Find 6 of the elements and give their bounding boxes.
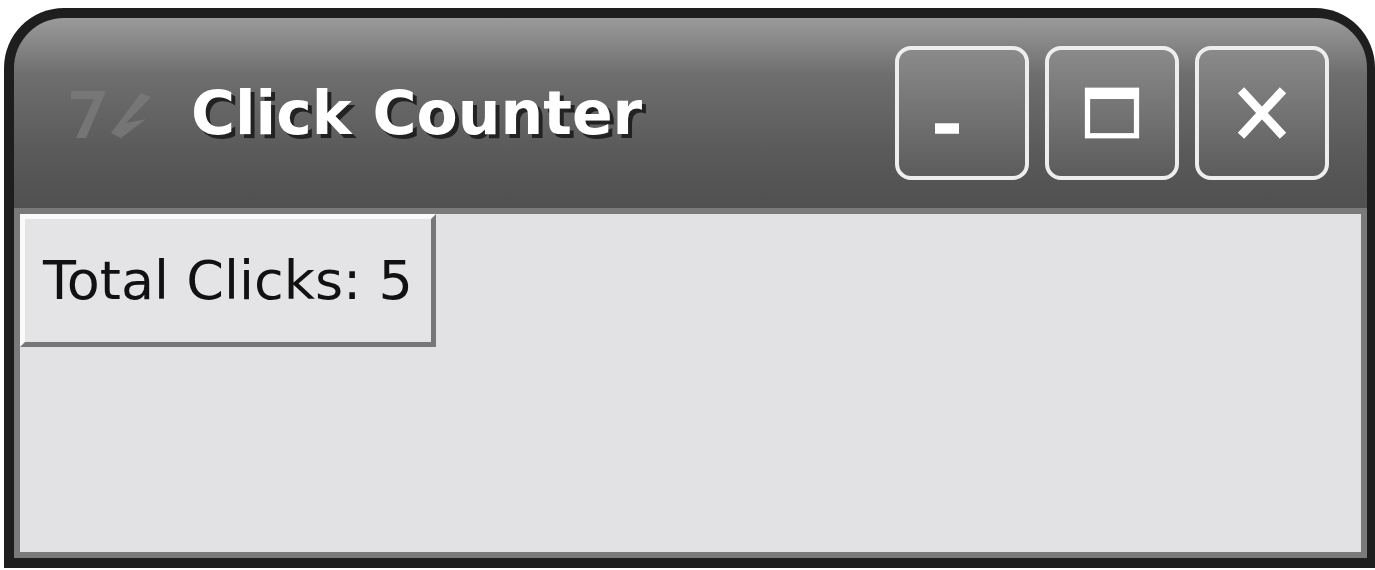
minimize-icon	[935, 122, 959, 134]
minimize-button[interactable]	[895, 46, 1029, 180]
maximize-button[interactable]	[1045, 46, 1179, 180]
total-clicks-button[interactable]: Total Clicks: 5	[20, 214, 436, 347]
close-button[interactable]	[1195, 46, 1329, 180]
window-title: Click Counter	[191, 78, 643, 148]
